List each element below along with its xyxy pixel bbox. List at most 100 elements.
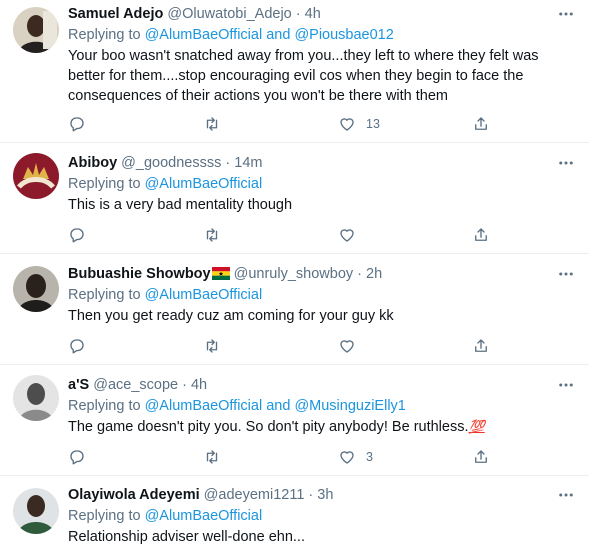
replying-label: Replying to xyxy=(68,508,145,524)
retweet-icon xyxy=(206,117,218,131)
separator-dot: · xyxy=(357,266,363,282)
tweet-header: Abiboy @_goodnessss · 14m xyxy=(68,153,549,173)
retweet-icon xyxy=(206,450,218,464)
action-bar: 13 xyxy=(60,113,500,135)
tweet[interactable]: Abiboy @_goodnessss · 14m Replying to @A… xyxy=(0,143,589,254)
tweet[interactable]: Olayiwola Adeyemi @adeyemi1211 · 3h Repl… xyxy=(0,476,589,553)
reply-button[interactable] xyxy=(68,113,86,135)
display-name[interactable]: Bubuashie Showboy xyxy=(68,266,211,282)
share-button[interactable] xyxy=(472,113,490,135)
tweet-text: The game doesn't pity you. So don't pity… xyxy=(68,417,571,437)
mention-link[interactable]: @AlumBaeOfficial xyxy=(145,287,263,303)
mention-link[interactable]: @AlumBaeOfficial xyxy=(145,176,263,192)
action-bar xyxy=(60,224,500,246)
user-handle[interactable]: @unruly_showboy xyxy=(234,266,354,282)
retweet-icon xyxy=(206,339,218,353)
reply-icon xyxy=(70,450,84,465)
retweet-icon xyxy=(206,228,218,242)
tweet-text: Relationship adviser well-done ehn... xyxy=(68,529,305,545)
separator-dot: · xyxy=(308,487,314,503)
like-count: 3 xyxy=(366,450,373,464)
hundred-points-emoji: 💯 xyxy=(468,419,485,434)
replying-to: Replying to @AlumBaeOfficial xyxy=(68,506,262,526)
tweet[interactable]: Samuel Adejo @Oluwatobi_Adejo · 4h Reply… xyxy=(0,0,589,143)
tweet-header: Bubuashie Showboy @unruly_showboy · 2h xyxy=(68,264,549,284)
reply-feed: Samuel Adejo @Oluwatobi_Adejo · 4h Reply… xyxy=(0,0,589,553)
reply-button[interactable] xyxy=(68,446,86,468)
more-icon[interactable] xyxy=(557,265,575,283)
avatar[interactable] xyxy=(13,375,59,421)
like-icon xyxy=(340,340,354,353)
reply-icon xyxy=(70,117,84,132)
share-icon xyxy=(475,339,487,352)
mention-link[interactable]: @AlumBaeOfficial xyxy=(145,508,263,524)
retweet-button[interactable] xyxy=(203,446,221,468)
mention-link[interactable]: @AlumBaeOfficial xyxy=(145,27,263,43)
tweet-text: Then you get ready cuz am coming for you… xyxy=(68,308,394,324)
mention-link[interactable]: @AlumBaeOfficial xyxy=(145,398,263,414)
timestamp[interactable]: 14m xyxy=(234,155,262,171)
more-icon[interactable] xyxy=(557,486,575,504)
retweet-button[interactable] xyxy=(203,335,221,357)
tweet-text: This is a very bad mentality though xyxy=(68,197,293,213)
reply-button[interactable] xyxy=(68,224,86,246)
ghana-flag-icon xyxy=(211,266,230,280)
user-handle[interactable]: @ace_scope xyxy=(93,377,178,393)
like-icon xyxy=(340,229,354,242)
tweet-header: a'S @ace_scope · 4h xyxy=(68,375,549,395)
tweet[interactable]: Bubuashie Showboy @unruly_showboy · 2h R… xyxy=(0,254,589,365)
user-handle[interactable]: @adeyemi1211 xyxy=(204,487,305,503)
mention-conjunction[interactable]: and xyxy=(262,27,294,43)
avatar[interactable] xyxy=(13,153,59,199)
timestamp[interactable]: 4h xyxy=(191,377,207,393)
mention-link[interactable]: @MusinguziElly1 xyxy=(294,398,405,414)
more-icon[interactable] xyxy=(557,376,575,394)
more-icon[interactable] xyxy=(557,154,575,172)
display-name[interactable]: Olayiwola Adeyemi xyxy=(68,487,200,503)
replying-label: Replying to xyxy=(68,176,145,192)
tweet[interactable]: a'S @ace_scope · 4h Replying to @AlumBae… xyxy=(0,365,589,476)
tweet-text: Your boo wasn't snatched away from you..… xyxy=(68,48,539,104)
avatar[interactable] xyxy=(13,488,59,534)
mention-conjunction[interactable]: and xyxy=(262,398,294,414)
user-handle[interactable]: @_goodnessss xyxy=(121,155,221,171)
tweet-text-body: The game doesn't pity you. So don't pity… xyxy=(68,419,469,435)
share-button[interactable] xyxy=(472,446,490,468)
replying-to: Replying to @AlumBaeOfficial and @Piousb… xyxy=(68,25,394,45)
display-name[interactable]: Samuel Adejo xyxy=(68,6,163,22)
separator-dot: · xyxy=(182,377,187,393)
timestamp[interactable]: 2h xyxy=(366,266,382,282)
separator-dot: · xyxy=(295,6,301,22)
timestamp[interactable]: 3h xyxy=(317,487,333,503)
reply-icon xyxy=(70,228,84,243)
like-count: 13 xyxy=(366,117,380,131)
display-name[interactable]: a'S xyxy=(68,377,89,393)
replying-to: Replying to @AlumBaeOfficial xyxy=(68,285,262,305)
retweet-button[interactable] xyxy=(203,113,221,135)
replying-to: Replying to @AlumBaeOfficial and @Musing… xyxy=(68,396,406,416)
retweet-button[interactable] xyxy=(203,224,221,246)
replying-label: Replying to xyxy=(68,398,145,414)
action-bar: 3 xyxy=(60,446,500,468)
like-button[interactable]: 3 xyxy=(338,446,373,468)
separator-dot: · xyxy=(225,155,231,171)
avatar[interactable] xyxy=(13,266,59,312)
like-button[interactable] xyxy=(338,335,356,357)
share-button[interactable] xyxy=(472,335,490,357)
like-icon xyxy=(340,451,354,464)
more-icon[interactable] xyxy=(557,5,575,23)
replying-label: Replying to xyxy=(68,287,145,303)
tweet-header: Samuel Adejo @Oluwatobi_Adejo · 4h xyxy=(68,4,549,24)
avatar[interactable] xyxy=(13,7,59,53)
timestamp[interactable]: 4h xyxy=(305,6,321,22)
share-button[interactable] xyxy=(472,224,490,246)
share-icon xyxy=(475,117,487,130)
user-handle[interactable]: @Oluwatobi_Adejo xyxy=(167,6,291,22)
like-button[interactable] xyxy=(338,224,356,246)
mention-link[interactable]: @Piousbae012 xyxy=(294,27,393,43)
reply-button[interactable] xyxy=(68,335,86,357)
tweet-header: Olayiwola Adeyemi @adeyemi1211 · 3h xyxy=(68,485,549,505)
display-name[interactable]: Abiboy xyxy=(68,155,117,171)
share-icon xyxy=(475,228,487,241)
like-button[interactable]: 13 xyxy=(338,113,380,135)
